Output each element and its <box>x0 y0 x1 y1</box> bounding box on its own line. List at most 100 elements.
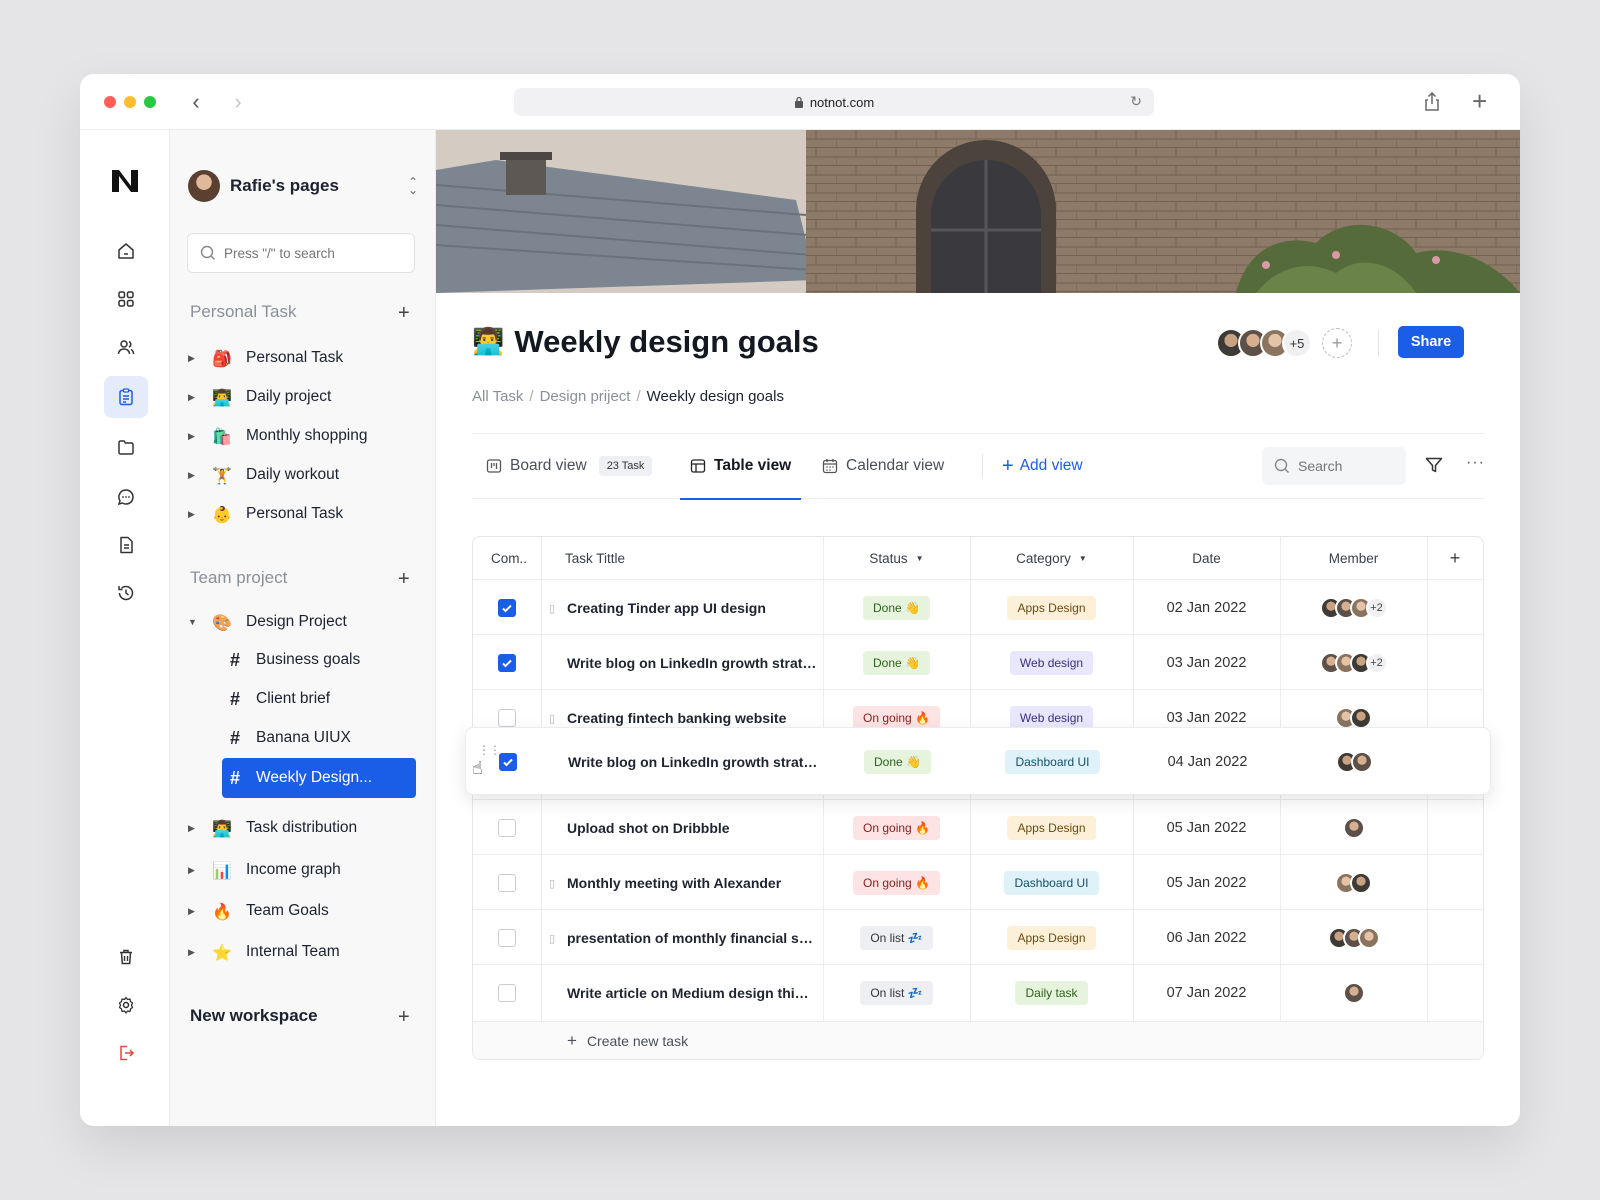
folder-icon[interactable] <box>104 426 148 468</box>
category-badge[interactable]: Apps Design <box>1007 926 1096 950</box>
table-row[interactable]: ▯ presentation of monthly financial stat… <box>473 909 1483 965</box>
add-view-button[interactable]: + Add view <box>1002 434 1083 498</box>
category-cell[interactable]: Apps Design <box>970 580 1133 636</box>
table-row[interactable]: Write article on Medium design thinki...… <box>473 964 1483 1020</box>
tab-board-view[interactable]: Board view 23 Task <box>486 434 653 498</box>
sidebar-search-input[interactable] <box>224 245 404 261</box>
date-cell[interactable]: 06 Jan 2022 <box>1133 910 1280 966</box>
table-row[interactable]: ▯ Monthly meeting with Alexander On goin… <box>473 854 1483 910</box>
caret-right-icon[interactable]: ▶ <box>188 470 202 481</box>
close-window-button[interactable] <box>104 96 116 108</box>
caret-right-icon[interactable]: ▶ <box>188 431 202 442</box>
category-badge[interactable]: Dashboard UI <box>1005 750 1100 774</box>
category-badge[interactable]: Dashboard UI <box>1004 871 1099 895</box>
table-row[interactable]: Upload shot on Dribbble On going 🔥 Apps … <box>473 799 1483 855</box>
add-workspace-plus-icon[interactable]: + <box>398 1006 410 1029</box>
sidebar-item-personal-task[interactable]: ▶ 🎒 Personal Task <box>188 342 418 374</box>
status-badge[interactable]: Done 👋 <box>863 651 930 675</box>
category-cell[interactable]: Dashboard UI <box>970 855 1133 911</box>
status-badge[interactable]: Done 👋 <box>864 750 931 774</box>
status-badge[interactable]: On going 🔥 <box>853 871 940 895</box>
header-date[interactable]: Date <box>1133 537 1280 579</box>
sidebar-subitem-weekly-design[interactable]: # Weekly Design... <box>222 758 416 798</box>
status-cell[interactable]: On list 💤 <box>823 965 970 1021</box>
title-cell[interactable]: ▯ presentation of monthly financial stat… <box>549 910 823 966</box>
status-badge[interactable]: On going 🔥 <box>853 816 940 840</box>
add-personal-plus-icon[interactable]: + <box>398 302 410 325</box>
complete-checkbox[interactable] <box>498 709 516 727</box>
header-status[interactable]: Status ▼ <box>823 537 970 579</box>
member-cell[interactable]: +2 <box>1280 635 1427 691</box>
complete-checkbox[interactable] <box>498 929 516 947</box>
category-cell[interactable]: Daily task <box>970 965 1133 1021</box>
header-complete[interactable]: Com.. <box>491 537 541 579</box>
complete-checkbox[interactable] <box>498 819 516 837</box>
member-cell[interactable] <box>1280 800 1427 856</box>
gear-icon[interactable] <box>104 984 148 1026</box>
caret-right-icon[interactable]: ▶ <box>188 947 202 958</box>
caret-right-icon[interactable]: ▶ <box>188 823 202 834</box>
category-cell[interactable]: Web design <box>970 635 1133 691</box>
sidebar-subitem-banana-uiux[interactable]: # Banana UIUX <box>222 718 416 758</box>
status-badge[interactable]: On list 💤 <box>860 981 933 1005</box>
title-cell[interactable]: ▯ Monthly meeting with Alexander <box>549 855 823 911</box>
date-cell[interactable]: 04 Jan 2022 <box>1134 734 1281 790</box>
chat-icon[interactable] <box>104 476 148 518</box>
status-badge[interactable]: Done 👋 <box>863 596 930 620</box>
status-cell[interactable]: Done 👋 <box>824 734 971 790</box>
sidebar-item-monthly-shopping[interactable]: ▶ 🛍️ Monthly shopping <box>188 420 418 452</box>
table-search[interactable] <box>1262 447 1406 485</box>
title-cell[interactable]: Upload shot on Dribbble <box>549 800 823 856</box>
grid-icon[interactable] <box>104 278 148 320</box>
sidebar-item-income-graph[interactable]: ▶ 📊 Income graph <box>188 854 418 886</box>
member-cell[interactable] <box>1280 910 1427 966</box>
category-badge[interactable]: Daily task <box>1015 981 1088 1005</box>
complete-checkbox[interactable] <box>498 984 516 1002</box>
logout-icon[interactable] <box>104 1032 148 1074</box>
category-badge[interactable]: Apps Design <box>1007 816 1096 840</box>
date-cell[interactable]: 03 Jan 2022 <box>1133 635 1280 691</box>
sidebar-subitem-client-brief[interactable]: # Client brief <box>222 679 416 719</box>
forward-arrow-icon[interactable]: › <box>226 88 250 116</box>
workspace-switcher[interactable]: Rafie's pages ⌃ ⌄ <box>188 168 418 204</box>
caret-right-icon[interactable]: ▶ <box>188 509 202 520</box>
filter-icon[interactable] <box>1424 455 1444 475</box>
sidebar-item-design-project[interactable]: ▼ 🎨 Design Project <box>188 606 418 638</box>
date-cell[interactable]: 07 Jan 2022 <box>1133 965 1280 1021</box>
caret-right-icon[interactable]: ▶ <box>188 865 202 876</box>
trash-icon[interactable] <box>104 936 148 978</box>
member-cell[interactable] <box>1281 734 1428 790</box>
status-cell[interactable]: On list 💤 <box>823 910 970 966</box>
tab-calendar-view[interactable]: Calendar view <box>822 434 944 498</box>
category-cell[interactable]: Apps Design <box>970 800 1133 856</box>
status-cell[interactable]: On going 🔥 <box>823 800 970 856</box>
users-icon[interactable] <box>104 326 148 368</box>
app-logo[interactable] <box>110 168 140 194</box>
breadcrumb-item[interactable]: Design priject <box>540 388 631 405</box>
date-cell[interactable]: 05 Jan 2022 <box>1133 800 1280 856</box>
table-search-input[interactable] <box>1298 458 1388 474</box>
title-cell[interactable]: Write blog on LinkedIn growth strategy <box>550 734 824 790</box>
category-cell[interactable]: Dashboard UI <box>971 734 1134 790</box>
date-cell[interactable]: 05 Jan 2022 <box>1133 855 1280 911</box>
title-cell[interactable]: ▯ Creating Tinder app UI design <box>549 580 823 636</box>
complete-checkbox[interactable] <box>498 599 516 617</box>
header-member[interactable]: Member <box>1280 537 1427 579</box>
header-task-title[interactable]: Task Tittle <box>565 537 815 579</box>
clipboard-icon[interactable] <box>104 376 148 418</box>
sidebar-item-daily-project[interactable]: ▶ 👨‍💻 Daily project <box>188 381 418 413</box>
sidebar-item-team-goals[interactable]: ▶ 🔥 Team Goals <box>188 895 418 927</box>
date-cell[interactable]: 02 Jan 2022 <box>1133 580 1280 636</box>
sidebar-item-internal-team[interactable]: ▶ ⭐ Internal Team <box>188 936 418 968</box>
member-cell[interactable] <box>1280 965 1427 1021</box>
back-arrow-icon[interactable]: ‹ <box>184 88 208 116</box>
status-badge[interactable]: On list 💤 <box>860 926 933 950</box>
more-options-icon[interactable]: ··· <box>1466 454 1485 472</box>
member-cell[interactable] <box>1280 855 1427 911</box>
breadcrumb-item[interactable]: All Task <box>472 388 523 405</box>
add-collaborator-plus-icon[interactable]: + <box>1322 328 1352 358</box>
status-cell[interactable]: On going 🔥 <box>823 855 970 911</box>
complete-checkbox[interactable] <box>498 874 516 892</box>
tab-table-view[interactable]: Table view <box>680 434 802 500</box>
minimize-window-button[interactable] <box>124 96 136 108</box>
